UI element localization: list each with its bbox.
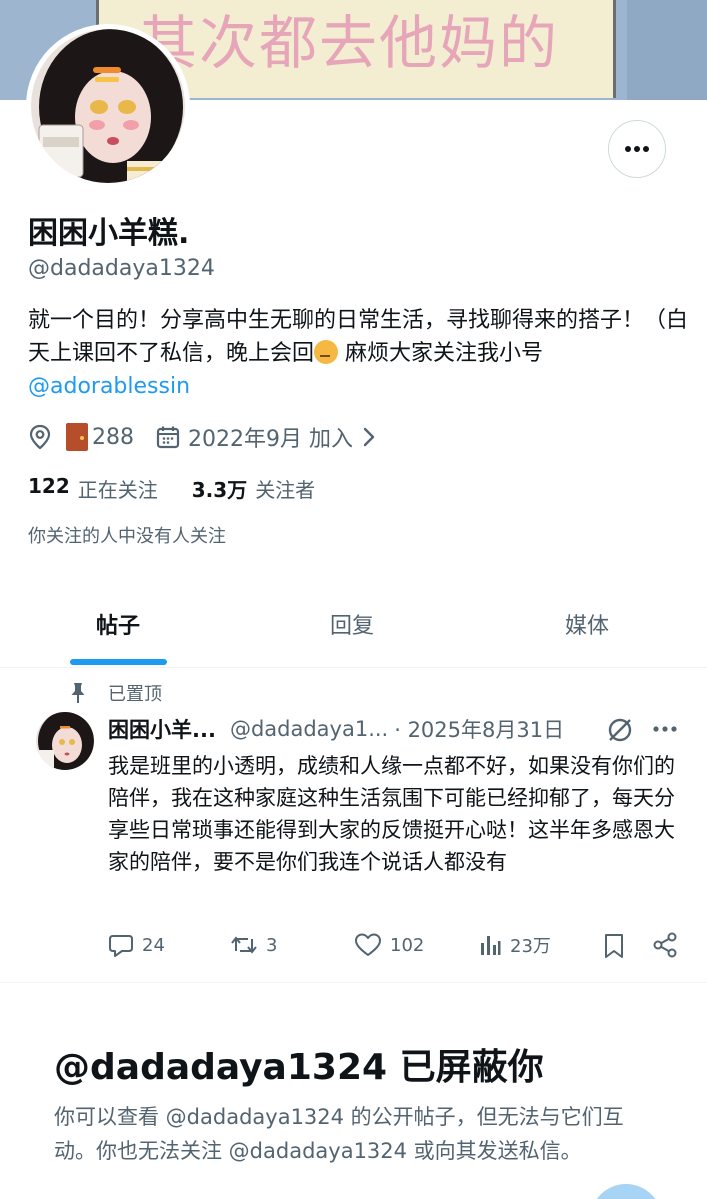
repost-icon	[231, 936, 257, 954]
post-actions: 24 3 102 23万	[108, 932, 680, 964]
pin-icon	[71, 683, 85, 703]
profile-handle: @dadadaya1324	[28, 256, 215, 281]
share-button[interactable]	[652, 932, 678, 958]
bookmark-button[interactable]	[602, 932, 626, 960]
views-chart-icon	[481, 936, 501, 955]
follow-stats: 122 正在关注 3.3万 关注者	[28, 474, 315, 503]
pinned-text: 已置顶	[108, 684, 162, 705]
post-date[interactable]: · 2025年8月31日	[394, 714, 564, 744]
banner-text: 其次都去他妈的	[139, 9, 560, 77]
views-button[interactable]: 23万	[478, 932, 551, 958]
post-author-name[interactable]: 困困小羊...	[108, 714, 216, 744]
banner-edge	[627, 0, 707, 100]
repost-button[interactable]: 3	[230, 932, 277, 958]
more-horizontal-icon	[653, 726, 677, 732]
tab-posts[interactable]: 帖子	[96, 608, 140, 640]
location-pin-icon	[29, 424, 51, 450]
bio-mention-link[interactable]: @adorablessin	[28, 374, 190, 399]
views-count: 23万	[510, 936, 551, 957]
section-divider	[0, 982, 707, 983]
bio-text-continued: 麻烦大家关注我小号	[338, 341, 544, 366]
share-icon	[653, 932, 677, 958]
reply-count: 24	[142, 934, 165, 956]
mutual-followers-note: 你关注的人中没有人关注	[28, 526, 226, 547]
profile-more-button[interactable]	[608, 120, 666, 178]
tab-replies[interactable]: 回复	[330, 608, 374, 640]
like-count: 102	[390, 934, 425, 956]
chevron-right-icon[interactable]	[361, 426, 377, 448]
profile-bio: 就一个目的！分享高中生无聊的日常生活，寻找聊得来的搭子！（白天上课回不了私信，晚…	[28, 304, 688, 403]
following-label: 正在关注	[77, 478, 158, 502]
like-button[interactable]: 102	[354, 932, 424, 958]
tab-media[interactable]: 媒体	[565, 608, 609, 640]
door-emoji-icon	[66, 423, 88, 451]
profile-tabs: 帖子 回复 媒体	[0, 590, 707, 668]
followers-count: 3.3万	[191, 478, 248, 502]
profile-display-name: 困困小羊糕.	[28, 216, 190, 251]
bookmark-icon	[605, 934, 623, 958]
blocked-title: @dadadaya1324 已屏蔽你	[54, 1047, 544, 1088]
following-link[interactable]: 122 正在关注	[28, 474, 158, 503]
post-author-handle[interactable]: @dadadaya1...	[230, 717, 388, 741]
followers-label: 关注者	[255, 478, 316, 502]
avatar-image	[31, 29, 185, 183]
blocked-description: 你可以查看 @dadadaya1324 的公开帖子，但无法与它们互动。你也无法关…	[54, 1105, 624, 1163]
thinking-face-icon	[314, 340, 339, 364]
compose-fab-button[interactable]	[590, 1184, 662, 1199]
location-value: 288	[92, 424, 134, 450]
post-header: 困困小羊... @dadadaya1... · 2025年8月31日	[108, 714, 564, 744]
following-count: 122	[28, 474, 70, 498]
more-horizontal-icon	[625, 146, 649, 152]
post-author-avatar[interactable]	[36, 712, 94, 770]
post-more-button[interactable]	[652, 716, 678, 746]
calendar-icon	[156, 426, 180, 449]
grok-icon[interactable]	[606, 716, 634, 744]
joined-date: 2022年9月 加入	[188, 427, 353, 452]
repost-count: 3	[266, 934, 278, 956]
profile-avatar[interactable]	[26, 24, 190, 188]
profile-meta-row: 288 2022年9月 加入	[28, 420, 377, 454]
followers-link[interactable]: 3.3万 关注者	[192, 474, 315, 503]
reply-button[interactable]: 24	[108, 932, 165, 958]
post-text: 我是班里的小透明，成绩和人缘一点都不好，如果没有你们的陪伴，我在这种家庭这种生活…	[108, 754, 675, 874]
reply-icon	[109, 935, 133, 957]
pinned-label: 已置顶	[70, 680, 162, 706]
active-tab-indicator	[70, 659, 167, 665]
heart-icon	[355, 933, 381, 956]
